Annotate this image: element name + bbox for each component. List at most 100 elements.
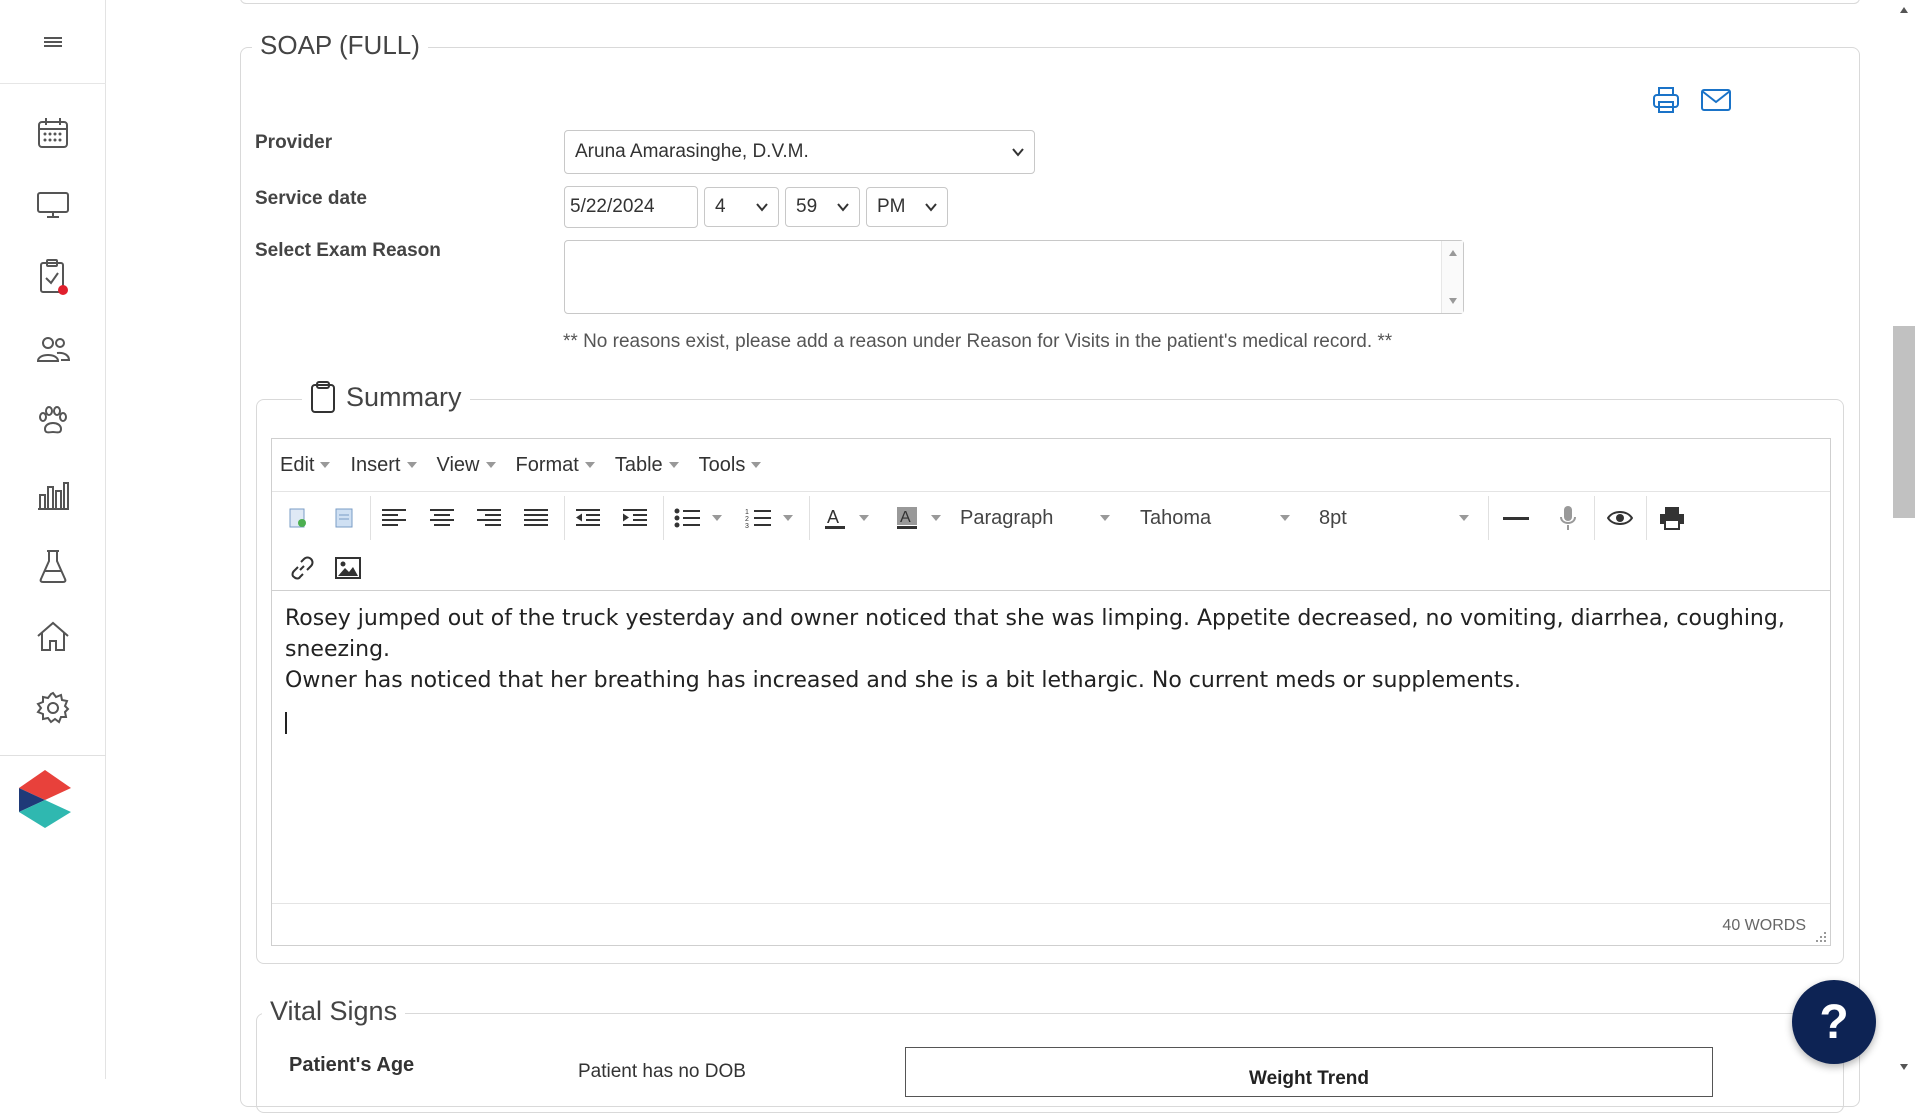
minute-select[interactable]: 59 <box>785 187 860 227</box>
highlight-color-button[interactable]: A <box>885 498 951 538</box>
patient-age-label: Patient's Age <box>289 1054 415 1076</box>
print-button[interactable] <box>1648 82 1684 118</box>
editor-statusbar: 40 WORDS <box>272 903 1830 946</box>
link-button[interactable] <box>282 548 322 588</box>
align-left-button[interactable] <box>374 498 414 538</box>
listbox-scrollbar[interactable] <box>1441 241 1463 313</box>
minute-value: 59 <box>796 196 818 217</box>
outdent-icon <box>576 509 600 526</box>
text-color-button[interactable]: A <box>813 498 879 538</box>
horizontal-rule-button[interactable] <box>1494 498 1538 538</box>
brand-logo[interactable] <box>17 768 77 830</box>
indent-button[interactable] <box>615 498 655 538</box>
hamburger-menu-button[interactable] <box>0 0 106 84</box>
hour-select[interactable]: 4 <box>704 187 779 227</box>
menu-edit[interactable]: Edit <box>280 454 331 477</box>
block-format-dropdown[interactable]: Paragraph <box>960 498 1120 538</box>
resize-handle-icon[interactable] <box>1815 931 1827 943</box>
sidebar <box>0 0 106 1079</box>
nav-reports[interactable] <box>0 467 106 523</box>
highlight-color-icon: A <box>897 507 917 529</box>
svg-text:2: 2 <box>745 516 749 523</box>
editor-print-button[interactable] <box>1650 498 1694 538</box>
menu-view[interactable]: View <box>437 454 496 477</box>
menu-format[interactable]: Format <box>516 454 595 477</box>
font-size-value: 8pt <box>1319 506 1347 529</box>
bar-chart-icon <box>38 482 69 510</box>
toolbar-separator <box>809 496 810 540</box>
summary-legend: Summary <box>302 380 470 414</box>
scroll-down-icon[interactable] <box>1448 297 1458 305</box>
bullet-list-button[interactable] <box>667 498 729 538</box>
text-color-icon: A <box>825 507 845 529</box>
clipboard-icon <box>311 381 335 413</box>
caret-down-icon <box>712 515 722 521</box>
caret-down-icon <box>320 462 331 468</box>
outdent-button[interactable] <box>568 498 608 538</box>
template-icon <box>335 508 353 528</box>
nav-lab[interactable] <box>0 538 106 594</box>
editor-content[interactable]: Rosey jumped out of the truck yesterday … <box>272 591 1830 903</box>
preview-button[interactable] <box>1598 498 1642 538</box>
nav-monitor[interactable] <box>0 177 106 233</box>
font-size-dropdown[interactable]: 8pt <box>1319 498 1479 538</box>
users-icon <box>36 337 71 362</box>
image-button[interactable] <box>328 548 368 588</box>
scroll-up-icon[interactable] <box>1899 6 1909 14</box>
help-button[interactable]: ? <box>1792 980 1876 1064</box>
exam-reason-listbox[interactable] <box>564 240 1464 314</box>
toolbar-separator <box>663 496 664 540</box>
align-center-button[interactable] <box>422 498 462 538</box>
main-content: SOAP (FULL) Provider Aruna Amarasinghe, … <box>106 0 1893 1113</box>
menu-insert[interactable]: Insert <box>350 454 417 477</box>
nav-settings[interactable] <box>0 680 106 736</box>
scroll-up-icon[interactable] <box>1448 249 1458 257</box>
caret-down-icon <box>668 462 679 468</box>
scroll-down-icon[interactable] <box>1899 1063 1909 1071</box>
vital-signs-title: Vital Signs <box>262 996 406 1027</box>
service-date-value: 5/22/2024 <box>570 196 655 217</box>
align-right-icon <box>477 509 501 526</box>
new-document-icon <box>289 508 306 528</box>
mail-icon <box>1701 89 1731 111</box>
ampm-select[interactable]: PM <box>866 187 948 227</box>
flask-icon <box>39 550 67 583</box>
settings-icon <box>36 691 70 724</box>
align-left-icon <box>382 509 406 526</box>
new-document-button[interactable] <box>280 498 316 538</box>
service-date-input[interactable]: 5/22/2024 <box>564 186 698 228</box>
font-family-dropdown[interactable]: Tahoma <box>1140 498 1300 538</box>
email-button[interactable] <box>1698 82 1734 118</box>
bullet-list-icon <box>674 508 700 528</box>
summary-text-line: Owner has noticed that her breathing has… <box>285 668 1522 693</box>
editor-toolbar: 123 A A Paragraph Tahoma 8pt <box>272 491 1830 591</box>
chevron-down-icon <box>1012 148 1024 157</box>
service-date-label: Service date <box>255 188 367 209</box>
nav-calendar[interactable] <box>0 105 106 161</box>
nav-tasks[interactable] <box>0 249 106 305</box>
nav-clients[interactable] <box>0 321 106 377</box>
align-right-button[interactable] <box>469 498 509 538</box>
justify-button[interactable] <box>516 498 556 538</box>
weight-trend-panel: Weight Trend <box>905 1047 1713 1097</box>
nav-patients[interactable] <box>0 393 106 449</box>
soap-title: SOAP (FULL) <box>252 30 428 61</box>
logo-icon <box>19 770 71 828</box>
microphone-icon <box>1560 506 1576 530</box>
font-family-value: Tahoma <box>1140 506 1212 529</box>
word-count: 40 WORDS <box>1722 917 1806 934</box>
home-icon <box>37 621 69 651</box>
caret-down-icon <box>783 515 793 521</box>
chevron-down-icon <box>925 203 937 212</box>
provider-select[interactable]: Aruna Amarasinghe, D.V.M. <box>564 130 1035 174</box>
menu-tools[interactable]: Tools <box>699 454 762 477</box>
template-button[interactable] <box>326 498 362 538</box>
clipboard-alert-icon <box>40 259 68 295</box>
nav-home[interactable] <box>0 608 106 664</box>
menu-table[interactable]: Table <box>615 454 679 477</box>
numbered-list-button[interactable]: 123 <box>738 498 800 538</box>
exam-reason-label: Select Exam Reason <box>255 240 441 261</box>
dictation-button[interactable] <box>1546 498 1590 538</box>
page-scrollbar[interactable] <box>1893 0 1915 1079</box>
scrollbar-thumb[interactable] <box>1893 326 1915 518</box>
